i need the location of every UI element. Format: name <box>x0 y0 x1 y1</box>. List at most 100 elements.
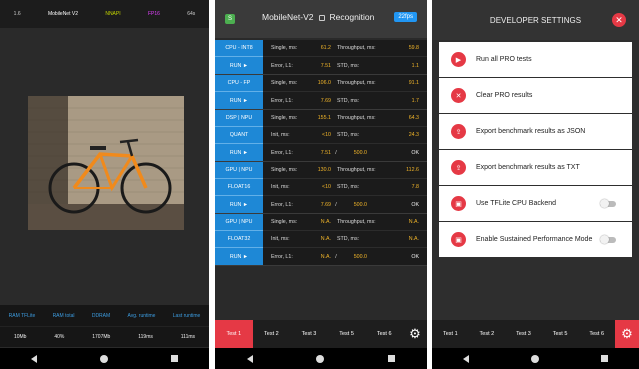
status-item: 64s <box>187 11 196 17</box>
result-row: Single, ms: 155.1 Throughput, ms: 64.3 <box>263 110 427 127</box>
settings-option[interactable]: ▣ Enable Sustained Performance Mode <box>439 222 632 257</box>
back-icon[interactable] <box>246 354 253 363</box>
stat-label: Last runtime <box>172 312 201 319</box>
metric-value: 1.7 <box>411 97 419 104</box>
tab-test-1[interactable]: Test 1 <box>215 320 253 348</box>
back-icon[interactable] <box>31 354 38 363</box>
metric-value: 7.51 <box>320 149 331 156</box>
settings-option[interactable]: ⇪ Export benchmark results as TXT <box>439 150 632 185</box>
metric-value: N.A. <box>320 236 331 242</box>
result-row: Single, ms: 130.0 Throughput, ms: 112.6 <box>263 162 427 179</box>
metric-value: 500.0 <box>353 201 367 208</box>
stat-value: 119ms <box>138 334 153 340</box>
chip-icon: ▣ <box>451 196 466 211</box>
run-button[interactable]: RUN ► <box>215 57 263 74</box>
tab-test-3[interactable]: Test 3 <box>505 320 542 348</box>
tab-test-6[interactable]: Test 6 <box>578 320 615 348</box>
status-value: OK <box>411 253 419 260</box>
close-icon[interactable]: ✕ <box>612 13 626 27</box>
metric-value: <10 <box>322 184 331 190</box>
metric-label: STD, ms: <box>337 184 360 190</box>
tab-test-2[interactable]: Test 2 <box>253 320 291 348</box>
metric-label: STD, ms: <box>337 132 360 138</box>
settings-option[interactable]: ⇪ Export benchmark results as JSON <box>439 114 632 149</box>
block-sidebar: DSP | NPU QUANT RUN ► <box>215 110 263 161</box>
result-row: Init, ms: <10 STD, ms: 7.8 <box>263 179 427 196</box>
result-row: Error, L1: 7.51 / 500.0 OK <box>263 144 427 161</box>
result-block: GPU | NPU FLOAT32 RUN ► Single, ms: N.A. Thro… <box>215 214 427 266</box>
run-button[interactable]: RUN ► <box>215 248 263 265</box>
nav-bar <box>0 348 209 369</box>
tab-test-1[interactable]: Test 1 <box>432 320 469 348</box>
run-button[interactable]: RUN ► <box>215 144 263 161</box>
option-label: Export benchmark results as JSON <box>476 128 586 135</box>
benchmark-screen: S MobileNet-V2 Recognition 22fps CPU - IN… <box>215 0 427 369</box>
nav-bar <box>215 348 427 369</box>
tab-test-3[interactable]: Test 3 <box>290 320 328 348</box>
metric-label: Single, ms: <box>271 219 298 225</box>
stats-panel: RAM TFLite RAM total DDRAM Avg. runtime Last… <box>0 305 209 347</box>
back-icon[interactable] <box>463 354 469 363</box>
metric-value: 112.6 <box>406 167 419 173</box>
block-label: FLOAT32 <box>215 231 263 248</box>
header: S MobileNet-V2 Recognition 22fps <box>215 0 427 38</box>
results-table: CPU - INT8 RUN ► Single, ms: 61.2 Throughput… <box>215 40 427 266</box>
gear-icon[interactable]: ⚙ <box>403 320 427 348</box>
tab-test-5[interactable]: Test 5 <box>328 320 366 348</box>
block-label: GPU | NPU <box>215 162 263 179</box>
status-badge[interactable]: S <box>225 14 235 24</box>
gear-icon[interactable]: ⚙ <box>614 320 639 348</box>
stat-value: 10Mb <box>13 334 27 340</box>
test-tabs: Test 1 Test 2 Test 3 Test 5 Test 6 ⚙ <box>215 320 427 348</box>
separator: / <box>335 201 337 208</box>
metric-label: Throughput, ms: <box>337 80 376 86</box>
camera-icon <box>318 14 325 21</box>
metric-value: 7.69 <box>320 201 331 208</box>
mode-label[interactable]: Recognition <box>330 12 375 22</box>
metric-value: 106.0 <box>317 80 331 86</box>
play-icon: ▶ <box>451 52 466 67</box>
toggle-switch[interactable] <box>600 234 616 244</box>
result-row: Error, L1: 7.51 STD, ms: 1.1 <box>263 57 427 74</box>
page-title: MobileNet-V2 Recognition <box>262 12 374 22</box>
test-tabs: Test 1 Test 2 Test 3 Test 5 Test 6 ⚙ <box>432 320 639 348</box>
option-label: Run all PRO tests <box>476 56 532 63</box>
camera-preview <box>28 96 184 230</box>
metric-label: Single, ms: <box>271 45 298 51</box>
result-block: CPU - INT8 RUN ► Single, ms: 61.2 Throughput… <box>215 40 427 75</box>
recent-apps-icon[interactable] <box>601 355 608 362</box>
result-row: Single, ms: N.A. Throughput, ms: N.A. <box>263 214 427 231</box>
recent-apps-icon[interactable] <box>170 355 178 362</box>
metric-value: 500.0 <box>353 149 367 156</box>
stat-value: 40% <box>54 334 65 340</box>
block-label: QUANT <box>215 127 263 144</box>
developer-settings-screen: DEVELOPER SETTINGS ✕ ▶ Run all PRO tests ✕… <box>432 0 639 369</box>
settings-option[interactable]: ▶ Run all PRO tests <box>439 42 632 77</box>
tab-test-5[interactable]: Test 5 <box>542 320 579 348</box>
run-button[interactable]: RUN ► <box>215 196 263 213</box>
metric-label: STD, ms: <box>337 236 360 242</box>
home-icon[interactable] <box>531 354 539 363</box>
tab-test-2[interactable]: Test 2 <box>469 320 506 348</box>
home-icon[interactable] <box>316 354 325 363</box>
stat-label: RAM TFLite <box>8 312 36 319</box>
metric-label: Throughput, ms: <box>337 115 376 121</box>
stat-label: RAM total <box>52 312 75 319</box>
option-label: Enable Sustained Performance Mode <box>476 236 593 243</box>
model-name[interactable]: MobileNet-V2 <box>262 12 314 22</box>
separator: / <box>335 253 337 260</box>
stat-value: 1707Mb <box>92 334 111 340</box>
recent-apps-icon[interactable] <box>388 355 396 362</box>
block-sidebar: CPU - INT8 RUN ► <box>215 40 263 74</box>
run-button[interactable]: RUN ► <box>215 92 263 109</box>
option-label: Export benchmark results as TXT <box>476 164 580 171</box>
status-value: OK <box>411 149 419 156</box>
toggle-switch[interactable] <box>600 198 616 208</box>
tab-test-6[interactable]: Test 6 <box>365 320 403 348</box>
metric-label: STD, ms: <box>337 62 360 69</box>
block-values: Single, ms: 106.0 Throughput, ms: 91.1 Error… <box>263 75 427 109</box>
settings-option[interactable]: ▣ Use TFLite CPU Backend <box>439 186 632 221</box>
chip-icon: ▣ <box>451 232 466 247</box>
settings-option[interactable]: ✕ Clear PRO results <box>439 78 632 113</box>
home-icon[interactable] <box>99 354 108 363</box>
